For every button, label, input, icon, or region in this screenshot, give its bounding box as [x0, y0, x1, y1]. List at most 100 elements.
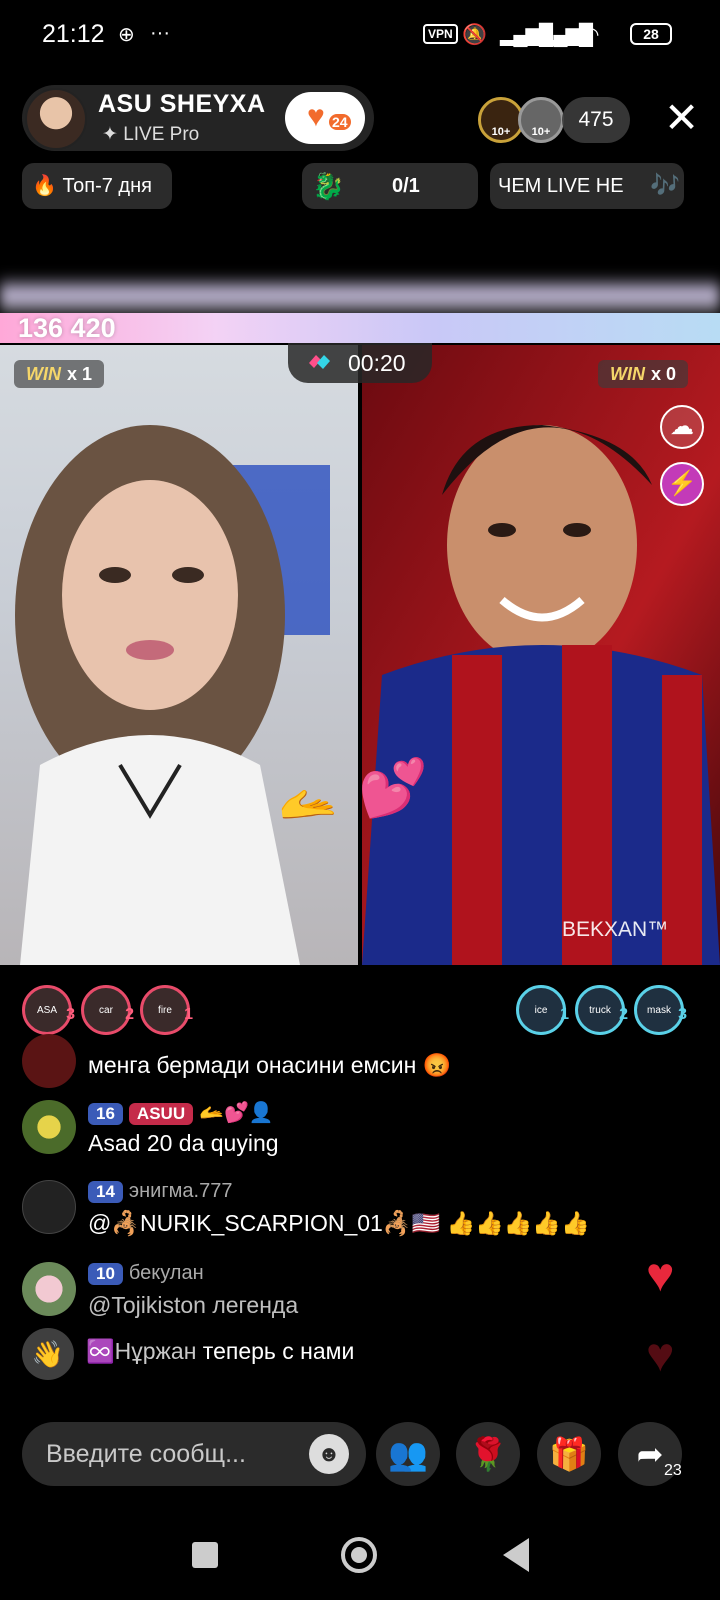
top-viewer-avatar-2[interactable]: 10+ — [518, 97, 564, 143]
ranking-label: 🔥 Топ-7 дня — [32, 175, 152, 197]
viewer-rank-badge: 10+ — [491, 126, 511, 138]
left-supporter-3[interactable]: fire 1 — [140, 985, 193, 1035]
host-name: ASU SHEYXA — [98, 90, 266, 118]
battery-indicator: 28 — [630, 23, 672, 45]
message-input[interactable]: Введите сообщ... ☻ — [22, 1422, 366, 1486]
supporter-label: mask — [647, 1005, 671, 1016]
boost-icon[interactable]: ⚡ — [660, 462, 704, 506]
host-profile-pill[interactable]: ASU SHEYXA ✦ LIVE Pro ♥ 24 — [22, 85, 374, 151]
supporter-label: car — [99, 1005, 113, 1016]
follow-like-button[interactable]: ♥ 24 — [285, 92, 365, 144]
right-supporter-3[interactable]: mask 3 — [634, 985, 687, 1035]
likes-badge: 24 — [329, 114, 351, 130]
host-badge: ✦ LIVE Pro — [102, 124, 200, 145]
left-score: 136 420 — [18, 313, 116, 343]
viewer-rank-badge: 10+ — [531, 126, 551, 138]
wifi-icon: ◠ — [582, 24, 600, 46]
viewer-count[interactable]: 475 — [562, 97, 630, 143]
right-supporter-1[interactable]: ice 1 — [516, 985, 569, 1035]
timer-text: 00:20 — [348, 350, 406, 376]
join-text: теперь с нами — [196, 1338, 355, 1364]
right-win-count: x 0 — [651, 364, 677, 384]
chat-text: Asad 20 da quying — [88, 1130, 279, 1156]
message-placeholder: Введите сообщ... — [46, 1440, 246, 1468]
battle-icon — [309, 355, 330, 369]
rose-button[interactable]: 🌹 — [456, 1422, 520, 1486]
chat-username[interactable]: энигма.777 — [129, 1180, 233, 1202]
chat-message[interactable]: 16 ASUU 🫴💕👤 Asad 20 da quying — [22, 1100, 672, 1160]
gift-button[interactable]: 🎁 — [537, 1422, 601, 1486]
right-supporter-2[interactable]: truck 2 — [575, 985, 628, 1035]
chat-text: @🦂NURIK_SCARPION_01🦂🇺🇸 👍👍👍👍👍 — [88, 1210, 590, 1236]
supporter-label: ASA — [36, 1005, 57, 1016]
chat-message[interactable]: 10 бекулан @Tojikiston легенда — [22, 1262, 672, 1322]
level-badge: 14 — [88, 1181, 123, 1203]
hand-emoji: 🫴 — [278, 778, 338, 831]
opponent-name: BEKXAN™ — [562, 918, 669, 941]
left-win-count: x 1 — [67, 364, 93, 384]
battle-glow — [0, 275, 720, 315]
heart-icon-faded: ♥ — [646, 1329, 675, 1382]
supporter-rank: 3 — [678, 1006, 687, 1023]
emoji-icon[interactable]: ☻ — [309, 1434, 349, 1474]
back-icon[interactable] — [503, 1538, 529, 1572]
chat-avatar[interactable] — [22, 1034, 76, 1088]
recent-apps-icon[interactable] — [192, 1542, 218, 1568]
goal-progress: 0/1 — [392, 175, 420, 197]
dragon-icon: 🐉 — [312, 171, 345, 201]
supporter-rank: 1 — [560, 1006, 569, 1023]
left-video-panel[interactable] — [0, 345, 358, 965]
level-badge: 16 — [88, 1103, 123, 1125]
supporter-label: fire — [158, 1005, 172, 1016]
join-username[interactable]: ♾️Нұржан — [86, 1338, 196, 1364]
supporter-rank: 3 — [66, 1006, 75, 1023]
cloud-icon[interactable]: ☁ — [660, 405, 704, 449]
gift-icon: 🎁 — [549, 1436, 589, 1472]
battle-timer: 00:20 — [288, 343, 432, 383]
guests-button[interactable]: 👥 — [376, 1422, 440, 1486]
add-circle-icon: ⊕ — [118, 24, 135, 46]
chat-text: @Tojikiston легенда — [88, 1292, 299, 1318]
supporter-label: truck — [589, 1005, 611, 1016]
wave-hand-icon[interactable]: 👋 — [22, 1328, 74, 1380]
chat-badges: 14 энигма.777 — [88, 1180, 232, 1203]
ranking-chip[interactable]: 🔥 Топ-7 дня — [22, 163, 172, 209]
supporter-label: ice — [534, 1005, 548, 1016]
badge-icons: 🫴💕👤 — [199, 1102, 274, 1124]
close-icon[interactable]: ✕ — [664, 95, 699, 141]
right-win-tag: WIN x 0 — [598, 360, 689, 388]
fan-club-badge: ASUU — [128, 1103, 194, 1125]
vpn-indicator: VPN — [423, 24, 458, 44]
left-win-tag: WIN x 1 — [14, 360, 105, 388]
supporter-rank: 1 — [184, 1006, 193, 1023]
join-notice: ♾️Нұржан теперь с нами — [86, 1338, 354, 1365]
supporter-rank: 2 — [619, 1006, 628, 1023]
share-count: 23 — [664, 1462, 682, 1479]
chat-avatar[interactable] — [22, 1262, 76, 1316]
status-bar: 21:12 ⊕ ··· VPN 🔕 ▂▄▆█ ▂▄▆█ ◠ 28 — [0, 0, 720, 70]
left-win-label: WIN — [26, 364, 61, 384]
promo-label: ЧЕМ LIVE НЕ — [498, 175, 624, 197]
goal-chip[interactable]: 🐉 0/1 — [302, 163, 478, 209]
chat-username[interactable]: бекулан — [129, 1262, 204, 1284]
supporter-rank: 2 — [125, 1006, 134, 1023]
rose-icon: 🌹 — [468, 1436, 508, 1472]
left-supporter-2[interactable]: car 2 — [81, 985, 134, 1035]
left-supporter-1[interactable]: ASA 3 — [22, 985, 75, 1035]
chat-message[interactable]: 14 энигма.777 @🦂NURIK_SCARPION_01🦂🇺🇸 👍👍👍👍… — [22, 1180, 672, 1240]
host-avatar[interactable] — [25, 88, 87, 150]
chat-message[interactable]: менга бермади онасини емсин 😡 — [22, 1034, 672, 1100]
home-icon[interactable] — [341, 1537, 377, 1573]
chat-badges: 10 бекулан — [88, 1262, 204, 1285]
heart-icon: ♥ — [646, 1249, 675, 1302]
chat-avatar[interactable] — [22, 1180, 76, 1234]
chat-badges: 16 ASUU 🫴💕👤 — [88, 1100, 274, 1125]
heart-icon: ♥ — [307, 100, 325, 133]
level-badge: 10 — [88, 1263, 123, 1285]
right-win-label: WIN — [610, 364, 645, 384]
people-icon: 👥 — [388, 1436, 428, 1472]
mute-icon: 🔕 — [462, 24, 487, 46]
chat-avatar[interactable] — [22, 1100, 76, 1154]
promo-chip[interactable]: ЧЕМ LIVE НЕ 🎶 — [490, 163, 684, 209]
music-notes-icon: 🎶 — [650, 172, 680, 199]
